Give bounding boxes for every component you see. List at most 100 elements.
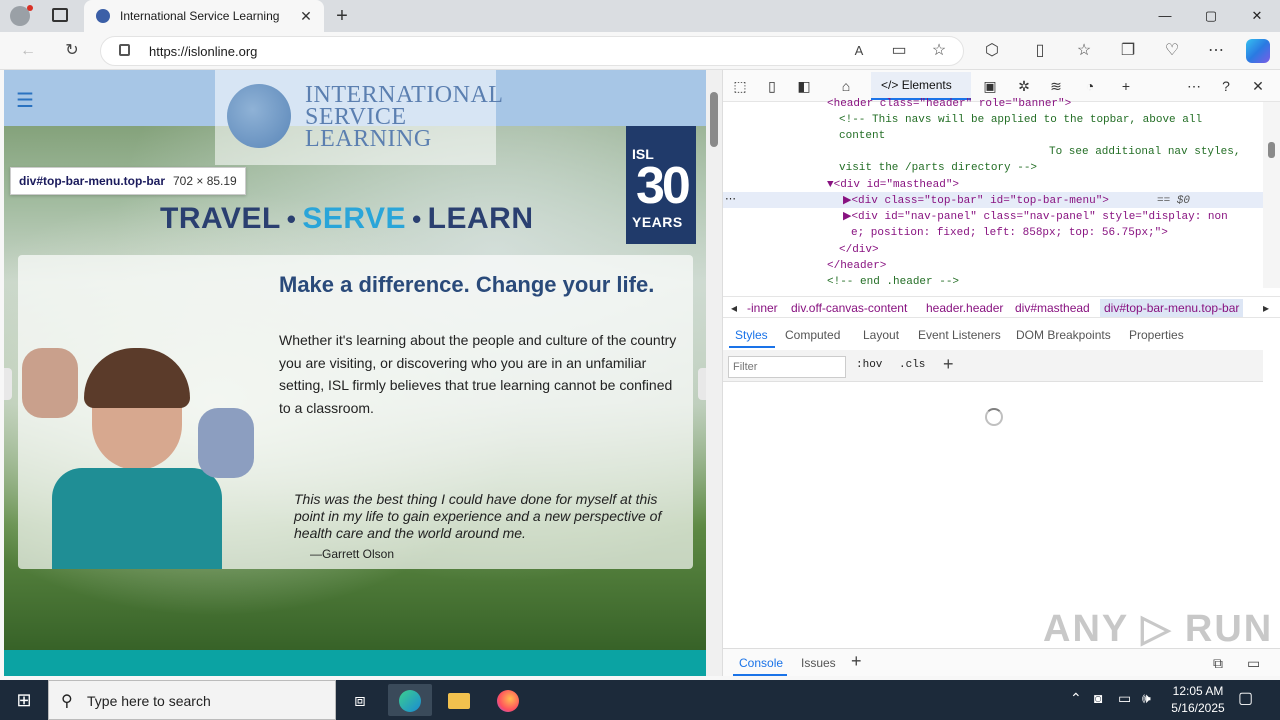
welcome-home-icon[interactable]: ⌂ [835,76,857,96]
performance-icon[interactable]: ♡ [1160,39,1184,63]
dom-line[interactable]: ▼<div id="masthead"> [827,177,959,193]
dom-line[interactable]: visit the /parts directory --> [839,160,1037,176]
breadcrumb-right-arrow-icon[interactable]: ▸ [1263,301,1269,315]
clock-time[interactable]: 12:05 AM [1168,684,1228,698]
slider-next-arrow[interactable] [698,368,706,400]
watermark: ANY ▷ RUN [1043,608,1274,650]
subtab-styles[interactable]: Styles [735,328,768,342]
taskbar-search-placeholder[interactable]: Type here to search [87,693,211,709]
new-tab-button[interactable]: + [330,2,354,30]
styles-filter-input[interactable] [728,356,846,378]
dom-line[interactable]: content [839,128,885,144]
subtab-layout[interactable]: Layout [863,328,899,342]
network-icon[interactable]: ▭ [1118,690,1131,707]
favorite-star-icon[interactable]: ☆ [927,39,951,63]
slider-prev-arrow[interactable] [4,368,12,400]
url-text[interactable]: https://islonline.org [149,44,257,59]
more-tools-plus-icon[interactable]: + [1115,76,1137,96]
read-aloud-icon[interactable]: A [847,39,871,63]
subtab-event-listeners[interactable]: Event Listeners [918,328,1001,342]
dock-side-icon[interactable]: ◧ [793,76,815,96]
close-window-button[interactable]: ✕ [1234,0,1280,32]
devtools-drawer: Console Issues + ⧉ ▭ [723,648,1280,676]
breadcrumb-item[interactable]: -inner [747,301,778,315]
hov-toggle[interactable]: :hov [856,359,882,371]
dom-line[interactable]: e; position: fixed; left: 858px; top: 56… [851,225,1168,241]
volume-icon[interactable]: 🕪 [1142,690,1151,707]
sources-bug-icon[interactable]: ✲ [1013,76,1035,96]
firefox-icon[interactable] [486,684,530,716]
address-bar[interactable]: https://islonline.org A ▭ ☆ [100,36,964,66]
start-windows-icon[interactable]: ⊞ [0,680,48,720]
hero-body-text: Whether it's learning about the people a… [279,332,677,416]
cls-toggle[interactable]: .cls [899,359,925,371]
hamburger-menu-icon[interactable]: ☰ [16,88,34,113]
dom-line[interactable]: ▶<div id="nav-panel" class="nav-panel" s… [843,209,1228,225]
subtab-properties[interactable]: Properties [1129,328,1184,342]
copilot-icon[interactable] [1246,39,1270,63]
page-scrollbar-thumb[interactable] [710,92,718,147]
dom-line[interactable]: To see additional nav styles, [1049,144,1240,160]
breadcrumb-item[interactable]: header.header [926,301,1003,315]
console-error-icon[interactable]: ▣ [979,76,1001,96]
favorites-icon[interactable]: ☆ [1072,39,1096,63]
breadcrumb-left-arrow-icon[interactable]: ◂ [731,301,737,315]
dom-line[interactable]: <!-- end .header --> [827,274,959,290]
styles-filter-row: :hov .cls + [723,350,1263,382]
browser-tab[interactable]: International Service Learning ✕ [84,0,324,32]
dom-line[interactable]: <header class="header" role="banner"> [827,96,1071,112]
clock-date[interactable]: 5/16/2025 [1162,701,1234,715]
dom-line-selected[interactable]: ▶<div class="top-bar" id="top-bar-menu"> [843,193,1109,209]
device-emulation-icon[interactable]: ▯ [761,76,783,96]
subtab-computed[interactable]: Computed [785,328,840,342]
drawer-tab-console[interactable]: Console [739,656,783,670]
lock-icon[interactable] [119,44,130,56]
tab-actions-icon[interactable] [52,8,68,22]
page-scrollbar[interactable] [706,70,722,676]
testimonial-author: —Garrett Olson [310,547,395,561]
breadcrumb-item[interactable]: div#masthead [1015,301,1090,315]
notifications-icon[interactable]: ▢ [1238,688,1253,708]
dom-line[interactable]: <!-- This navs will be applied to the to… [839,112,1202,128]
tray-overflow-icon[interactable]: ⌃ [1070,690,1082,707]
back-icon[interactable]: ← [16,39,40,63]
inspect-element-icon[interactable]: ⬚ [729,76,751,96]
tagline-travel: TRAVEL [160,202,281,235]
dom-ellipsis-icon[interactable]: ⋯ [725,192,736,208]
undock-drawer-icon[interactable]: ⧉ [1213,655,1223,672]
site-favicon-icon [96,9,110,23]
drawer-collapse-icon[interactable]: ▭ [1247,655,1260,672]
dom-line[interactable]: </header> [827,258,886,274]
tab-close-icon[interactable]: ✕ [296,6,316,26]
taskbar-search-box[interactable]: ⚲ Type here to search [48,680,336,720]
minimize-button[interactable]: — [1142,0,1188,32]
breadcrumb-item[interactable]: div.off-canvas-content [791,301,907,315]
help-icon[interactable]: ? [1215,76,1237,96]
extensions-icon[interactable]: ⬡ [980,39,1004,63]
collections-icon[interactable]: ❐ [1116,39,1140,63]
breadcrumb-item-selected[interactable]: div#top-bar-menu.top-bar [1100,299,1244,317]
split-screen-icon[interactable]: ▯ [1028,39,1052,63]
tooltip-size: 702 × 85.19 [173,174,237,188]
devtools-more-icon[interactable]: ⋯ [1183,76,1205,96]
tray-app-icon[interactable]: ◙ [1094,690,1102,706]
immersive-reader-icon[interactable]: ▭ [887,39,911,63]
edge-browser-icon[interactable] [388,684,432,716]
logo-line-3[interactable]: LEARNING [305,126,432,153]
network-wifi-icon[interactable]: ≋ [1045,76,1067,96]
dom-line[interactable]: </div> [839,242,879,258]
new-style-rule-icon[interactable]: + [943,354,954,375]
dom-scrollbar[interactable] [1263,102,1280,288]
refresh-icon[interactable]: ↻ [60,39,84,63]
dom-scrollbar-thumb[interactable] [1268,142,1275,158]
more-options-icon[interactable]: ⋯ [1204,39,1228,63]
maximize-button[interactable]: ▢ [1188,0,1234,32]
devtools-close-icon[interactable]: ✕ [1247,76,1269,96]
drawer-add-tab-icon[interactable]: + [851,651,862,672]
task-view-icon[interactable]: ⧈ [338,684,382,716]
globe-logo-icon[interactable] [227,84,291,148]
file-explorer-icon[interactable] [437,684,481,716]
performance-gauge-icon[interactable]: ◔ [1079,76,1101,96]
drawer-tab-issues[interactable]: Issues [801,656,836,670]
subtab-dom-breakpoints[interactable]: DOM Breakpoints [1016,328,1111,342]
